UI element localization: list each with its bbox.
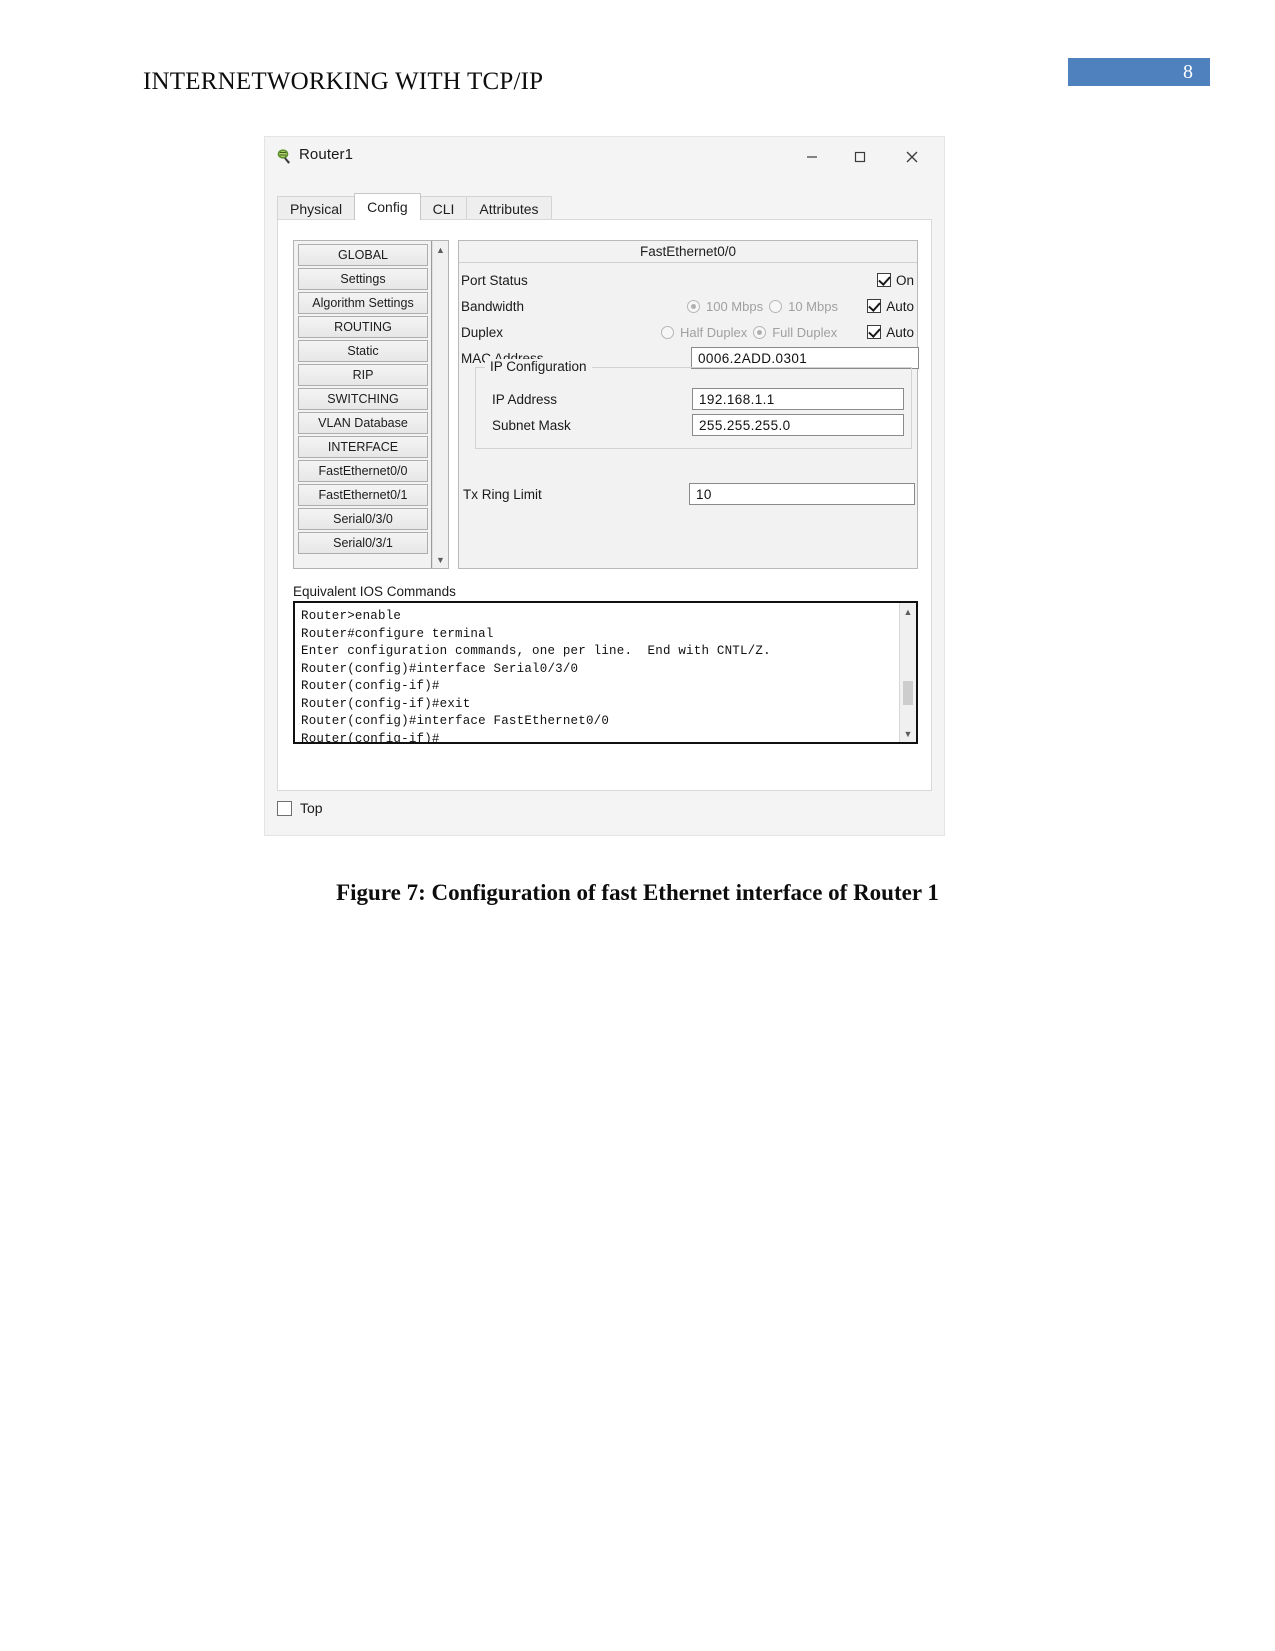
sidebar-item-algorithm-settings[interactable]: Algorithm Settings [298, 292, 428, 314]
sidebar-item-fastethernet0-1[interactable]: FastEthernet0/1 [298, 484, 428, 506]
bandwidth-row: Bandwidth 100 Mbps 10 Mbps Auto [459, 293, 917, 319]
bandwidth-auto-checkbox[interactable] [867, 299, 882, 313]
duplex-row: Duplex Half Duplex Full Duplex Auto [459, 319, 917, 345]
sidebar-scrollbar[interactable]: ▲ ▼ [432, 241, 448, 568]
window-title: Router1 [299, 146, 354, 163]
tab-attributes[interactable]: Attributes [466, 196, 552, 220]
ios-console-scrollbar[interactable]: ▲ ▼ [899, 603, 916, 742]
ios-commands-label: Equivalent IOS Commands [293, 584, 456, 599]
subnet-mask-row: Subnet Mask 255.255.255.0 [476, 412, 911, 438]
duplex-label: Duplex [461, 324, 504, 340]
tab-config[interactable]: Config [354, 193, 421, 220]
duplex-auto-checkbox-group[interactable]: Auto [867, 325, 914, 340]
ios-commands-text: Router>enable Router#configure terminal … [301, 609, 771, 742]
ip-configuration-group: IP Configuration IP Address 192.168.1.1 … [475, 359, 912, 449]
ios-commands-console: Router>enable Router#configure terminal … [293, 601, 918, 744]
tx-ring-limit-input[interactable]: 10 [689, 483, 915, 505]
top-checkbox[interactable] [277, 800, 292, 816]
config-sidebar-list: GLOBAL Settings Algorithm Settings ROUTI… [294, 241, 432, 568]
tab-cli[interactable]: CLI [419, 196, 468, 220]
document-header-title: INTERNETWORKING WITH TCP/IP [143, 68, 544, 95]
sidebar-item-serial0-3-1[interactable]: Serial0/3/1 [298, 532, 428, 554]
config-sidebar: GLOBAL Settings Algorithm Settings ROUTI… [293, 240, 449, 569]
duplex-auto-checkbox[interactable] [867, 325, 882, 339]
close-button[interactable] [889, 137, 934, 176]
config-dialog-body: GLOBAL Settings Algorithm Settings ROUTI… [277, 219, 932, 791]
figure-caption: Figure 7: Configuration of fast Ethernet… [336, 880, 939, 905]
bandwidth-auto-checkbox-group[interactable]: Auto [867, 299, 914, 314]
bandwidth-10mbps-radio[interactable] [769, 299, 783, 313]
ip-configuration-group-label: IP Configuration [485, 359, 592, 374]
top-checkbox-label: Top [300, 800, 323, 816]
tabstrip: Physical Config CLI Attributes [277, 193, 552, 220]
sidebar-item-vlan-database[interactable]: VLAN Database [298, 412, 428, 434]
router-config-window: Router1 Physical Config CLI Attributes G… [265, 137, 944, 835]
port-status-row: Port Status On [459, 267, 917, 293]
duplex-radio-group[interactable]: Half Duplex Full Duplex [661, 325, 837, 340]
port-status-label: Port Status [461, 272, 528, 288]
subnet-mask-label: Subnet Mask [492, 417, 571, 433]
tx-ring-limit-row: Tx Ring Limit 10 [461, 481, 917, 507]
port-status-checkbox-group[interactable]: On [876, 272, 914, 288]
sidebar-item-global[interactable]: GLOBAL [298, 244, 428, 266]
ip-address-input[interactable]: 192.168.1.1 [692, 388, 904, 410]
scroll-down-icon[interactable]: ▼ [433, 552, 448, 567]
duplex-full-label: Full Duplex [772, 324, 838, 340]
scroll-up-icon[interactable]: ▲ [433, 242, 448, 257]
bandwidth-radio-group[interactable]: 100 Mbps 10 Mbps [687, 299, 838, 314]
duplex-half-label: Half Duplex [680, 324, 748, 340]
duplex-auto-label: Auto [886, 324, 914, 340]
sidebar-item-routing[interactable]: ROUTING [298, 316, 428, 338]
ios-scroll-down-icon[interactable]: ▼ [900, 726, 916, 741]
bandwidth-100mbps-label: 100 Mbps [706, 298, 764, 314]
duplex-full-radio[interactable] [753, 325, 767, 339]
sidebar-item-interface[interactable]: INTERFACE [298, 436, 428, 458]
bandwidth-label: Bandwidth [461, 298, 525, 314]
page-number-badge: 8 [1068, 58, 1210, 86]
maximize-button[interactable] [837, 137, 882, 176]
sidebar-item-serial0-3-0[interactable]: Serial0/3/0 [298, 508, 428, 530]
mac-address-input[interactable]: 0006.2ADD.0301 [691, 347, 919, 369]
tx-ring-limit-label: Tx Ring Limit [463, 486, 542, 502]
window-titlebar: Router1 [265, 137, 944, 176]
minimize-button[interactable] [789, 137, 834, 176]
subnet-mask-input[interactable]: 255.255.255.0 [692, 414, 904, 436]
ip-address-row: IP Address 192.168.1.1 [476, 386, 911, 412]
interface-panel-title: FastEthernet0/0 [459, 241, 917, 263]
sidebar-item-static[interactable]: Static [298, 340, 428, 362]
sidebar-item-rip[interactable]: RIP [298, 364, 428, 386]
ios-scroll-up-icon[interactable]: ▲ [900, 604, 916, 619]
port-status-checkbox[interactable] [876, 273, 891, 287]
ios-scroll-thumb[interactable] [903, 681, 913, 705]
ip-address-label: IP Address [492, 391, 558, 407]
tab-physical[interactable]: Physical [277, 196, 356, 220]
port-status-checkbox-label: On [895, 272, 914, 288]
interface-config-panel: FastEthernet0/0 Port Status On Bandwidth… [458, 240, 919, 569]
sidebar-item-switching[interactable]: SWITCHING [298, 388, 428, 410]
bandwidth-100mbps-radio[interactable] [687, 299, 700, 313]
sidebar-item-settings[interactable]: Settings [298, 268, 428, 290]
sidebar-item-fastethernet0-0[interactable]: FastEthernet0/0 [298, 460, 428, 482]
page-number: 8 [1183, 61, 1193, 83]
top-checkbox-group[interactable]: Top [277, 800, 323, 816]
duplex-half-radio[interactable] [661, 325, 674, 339]
bandwidth-10mbps-label: 10 Mbps [788, 298, 838, 314]
router-icon [276, 148, 293, 165]
bandwidth-auto-label: Auto [886, 298, 914, 314]
